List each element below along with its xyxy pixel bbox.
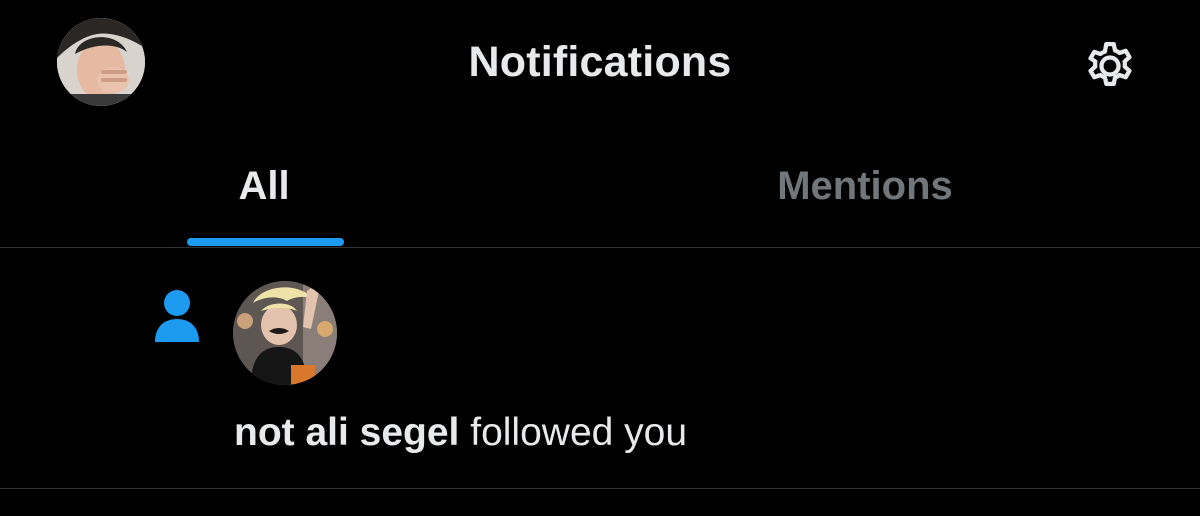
notification-divider [0,488,1200,489]
notification-action: followed you [459,411,688,454]
page-title: Notifications [468,38,732,86]
gear-icon [1088,42,1132,87]
follower-avatar[interactable] [233,281,337,385]
notification-item[interactable]: not ali segel followed you [0,248,1200,488]
settings-button[interactable] [1078,34,1142,98]
notification-tabs: All Mentions [0,128,1200,248]
top-bar: Notifications [0,0,1200,128]
tab-all-label: All [238,164,290,208]
notification-text: not ali segel followed you [234,411,687,455]
follower-photo-image [233,281,337,385]
person-icon [153,288,201,344]
active-tab-indicator [187,238,344,246]
tab-all[interactable]: All [0,128,600,246]
follower-name-link[interactable]: not ali segel [234,411,459,454]
tab-mentions[interactable]: Mentions [600,128,1200,246]
tab-mentions-label: Mentions [777,164,953,208]
